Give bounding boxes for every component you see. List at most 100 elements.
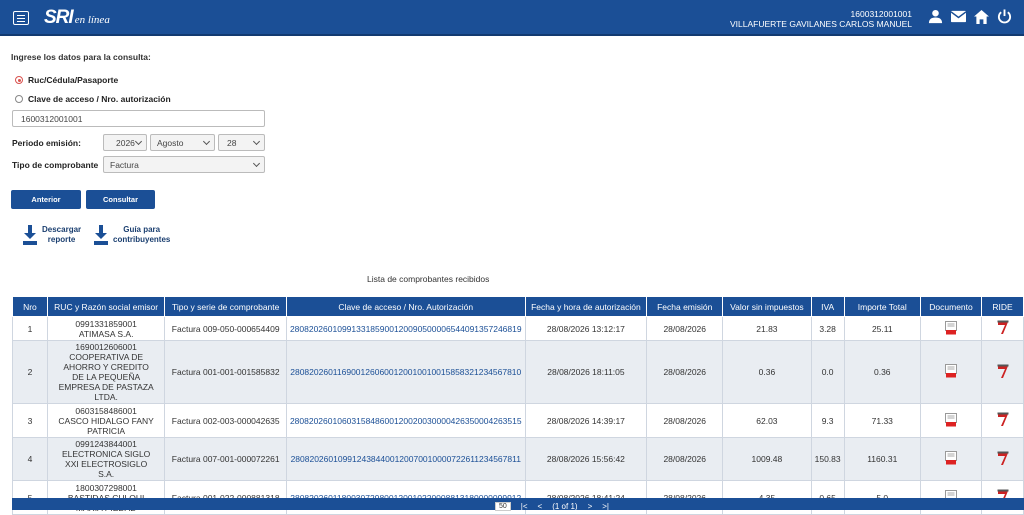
logo-sub: en línea [74, 14, 110, 26]
col-documento: Documento [919, 296, 983, 317]
razon-social: ATIMASA S.A. [78, 328, 134, 339]
consultar-button[interactable]: Consultar [86, 190, 155, 209]
guia-line2: contribuyentes [113, 235, 171, 244]
table-row[interactable]: 1 0991331859001 ATIMASA S.A. Factura 009-05… [12, 316, 1024, 341]
logo-main: SRI [44, 7, 74, 28]
user-icon[interactable] [928, 9, 943, 24]
ride-icon[interactable] [997, 364, 1009, 379]
menu-icon[interactable] [13, 11, 29, 25]
cell-tipo: Factura 009-050-000654409 [164, 316, 287, 341]
top-icons [928, 9, 1012, 24]
ride-icon[interactable] [997, 320, 1009, 335]
cell-fecha-emi: 28/08/2026 [646, 437, 724, 481]
cell-iva: 0.0 [810, 340, 845, 404]
cell-clave[interactable]: 2808202601060315848600120020030000426350… [285, 403, 526, 438]
descargar-line2: reporte [47, 235, 76, 244]
col-fecha-emi[interactable]: Fecha emisión [646, 296, 724, 317]
download-icon [94, 225, 108, 245]
ride-icon[interactable] [997, 412, 1009, 427]
cell-nro: 1 [12, 316, 48, 341]
tipo-value: Factura [110, 160, 139, 170]
cell-ruc: 0991331859001 ATIMASA S.A. [46, 316, 166, 341]
pdf-icon[interactable] [945, 364, 957, 378]
cell-ride[interactable] [981, 316, 1024, 341]
cell-total: 0.36 [843, 340, 921, 404]
radio-clave-label: Clave de acceso / Nro. autorización [28, 94, 171, 104]
month-select[interactable]: Agosto [150, 134, 215, 151]
radio-ruc-label: Ruc/Cédula/Pasaporte [28, 75, 119, 85]
col-ruc[interactable]: RUC y Razón social emisor [46, 296, 166, 317]
cell-total: 71.33 [843, 403, 921, 438]
cell-tipo: Factura 007-001-000072261 [164, 437, 287, 481]
radio-clave-indicator[interactable] [15, 95, 23, 103]
cell-nro: 2 [12, 340, 48, 404]
cell-iva: 9.3 [810, 403, 845, 438]
cell-documento[interactable] [919, 403, 983, 438]
col-nro[interactable]: Nro [12, 296, 48, 317]
cell-tipo: Factura 001-001-001585832 [164, 340, 287, 404]
cell-fecha-aut: 28/08/2026 18:11:05 [524, 340, 648, 404]
guia-contribuyentes-link[interactable]: Guía para contribuyentes [93, 225, 170, 246]
form-intro: Ingrese los datos para la consulta: [11, 52, 151, 62]
cell-valor: 21.83 [722, 316, 812, 341]
tipo-select[interactable]: Factura [103, 156, 265, 173]
sri-logo[interactable]: SRI en línea [44, 7, 110, 29]
pdf-icon[interactable] [945, 320, 957, 335]
cell-ride[interactable] [981, 340, 1024, 404]
chevron-down-icon [134, 137, 143, 146]
tipo-label: Tipo de comprobante [12, 160, 99, 170]
col-ride: RIDE [981, 296, 1024, 317]
table-row[interactable]: 4 0991243844001 ELECTRONICA SIGLO XXI ELEC… [12, 437, 1024, 481]
cell-clave[interactable]: 2808202601169001260600120010010015858321… [285, 340, 526, 404]
cell-fecha-emi: 28/08/2026 [646, 316, 724, 341]
table-header-row: Nro RUC y Razón social emisor Tipo y ser… [12, 296, 1024, 317]
cell-documento[interactable] [919, 316, 983, 341]
radio-ruc[interactable]: Ruc/Cédula/Pasaporte [15, 75, 118, 85]
periodo-label: Periodo emisión: [12, 138, 81, 148]
cell-ruc: 0991243844001 ELECTRONICA SIGLO XXI ELECT… [46, 437, 166, 481]
year-select[interactable]: 2026 [103, 134, 147, 151]
cell-documento[interactable] [919, 340, 983, 404]
col-valor[interactable]: Valor sin impuestos [722, 296, 812, 317]
mail-icon[interactable] [951, 10, 966, 23]
ruc-input[interactable]: 1600312001001 [12, 110, 265, 127]
ruc-value: 0991331859001 [75, 318, 137, 329]
cell-fecha-emi: 28/08/2026 [646, 403, 724, 438]
cell-nro: 3 [12, 403, 48, 438]
download-icon [23, 225, 37, 245]
comprobantes-table: Nro RUC y Razón social emisor Tipo y ser… [12, 296, 1024, 515]
col-tipo[interactable]: Tipo y serie de comprobante [164, 296, 287, 317]
cell-fecha-aut: 28/08/2026 15:56:42 [524, 437, 648, 481]
power-icon[interactable] [997, 9, 1012, 24]
cell-iva: 3.28 [810, 316, 845, 341]
col-clave[interactable]: Clave de acceso / Nro. Autorización [285, 296, 526, 317]
descargar-line1: Descargar [42, 225, 82, 234]
pdf-icon[interactable] [945, 412, 957, 427]
ride-icon[interactable] [997, 451, 1009, 466]
cell-ride[interactable] [981, 403, 1024, 438]
col-fecha-aut[interactable]: Fecha y hora de autorización [524, 296, 648, 317]
cell-valor: 1009.48 [722, 437, 812, 481]
col-iva[interactable]: IVA [810, 296, 845, 317]
user-id: 1600312001001 [850, 9, 912, 19]
cell-ride[interactable] [981, 437, 1024, 481]
cell-nro: 4 [12, 437, 48, 481]
cell-clave[interactable]: 2808202601099133185900120090500006544091… [285, 316, 526, 341]
descargar-reporte-link[interactable]: Descargar reporte [22, 225, 81, 246]
anterior-button[interactable]: Anterior [11, 190, 81, 209]
cell-clave[interactable]: 2808202601099124384400120070010000722611… [285, 437, 526, 481]
radio-ruc-indicator[interactable] [15, 76, 23, 84]
razon-social: COOPERATIVA DE AHORRO Y CREDITO DE LA PE… [58, 352, 154, 402]
ruc-value: 1800307298001 [75, 482, 137, 493]
day-select[interactable]: 28 [218, 134, 265, 151]
radio-clave[interactable]: Clave de acceso / Nro. autorización [15, 94, 171, 104]
cell-fecha-emi: 28/08/2026 [646, 340, 724, 404]
ruc-value: 1690012606001 [75, 342, 137, 352]
pdf-icon[interactable] [945, 451, 957, 465]
table-row[interactable]: 3 0603158486001 CASCO HIDALGO FANY PATRICI… [12, 403, 1024, 438]
col-total[interactable]: Importe Total [843, 296, 921, 317]
cell-documento[interactable] [919, 437, 983, 481]
table-row[interactable]: 2 1690012606001 COOPERATIVA DE AHORRO Y CR… [12, 340, 1024, 404]
home-icon[interactable] [974, 9, 989, 24]
cell-fecha-aut: 28/08/2026 14:39:17 [524, 403, 648, 438]
